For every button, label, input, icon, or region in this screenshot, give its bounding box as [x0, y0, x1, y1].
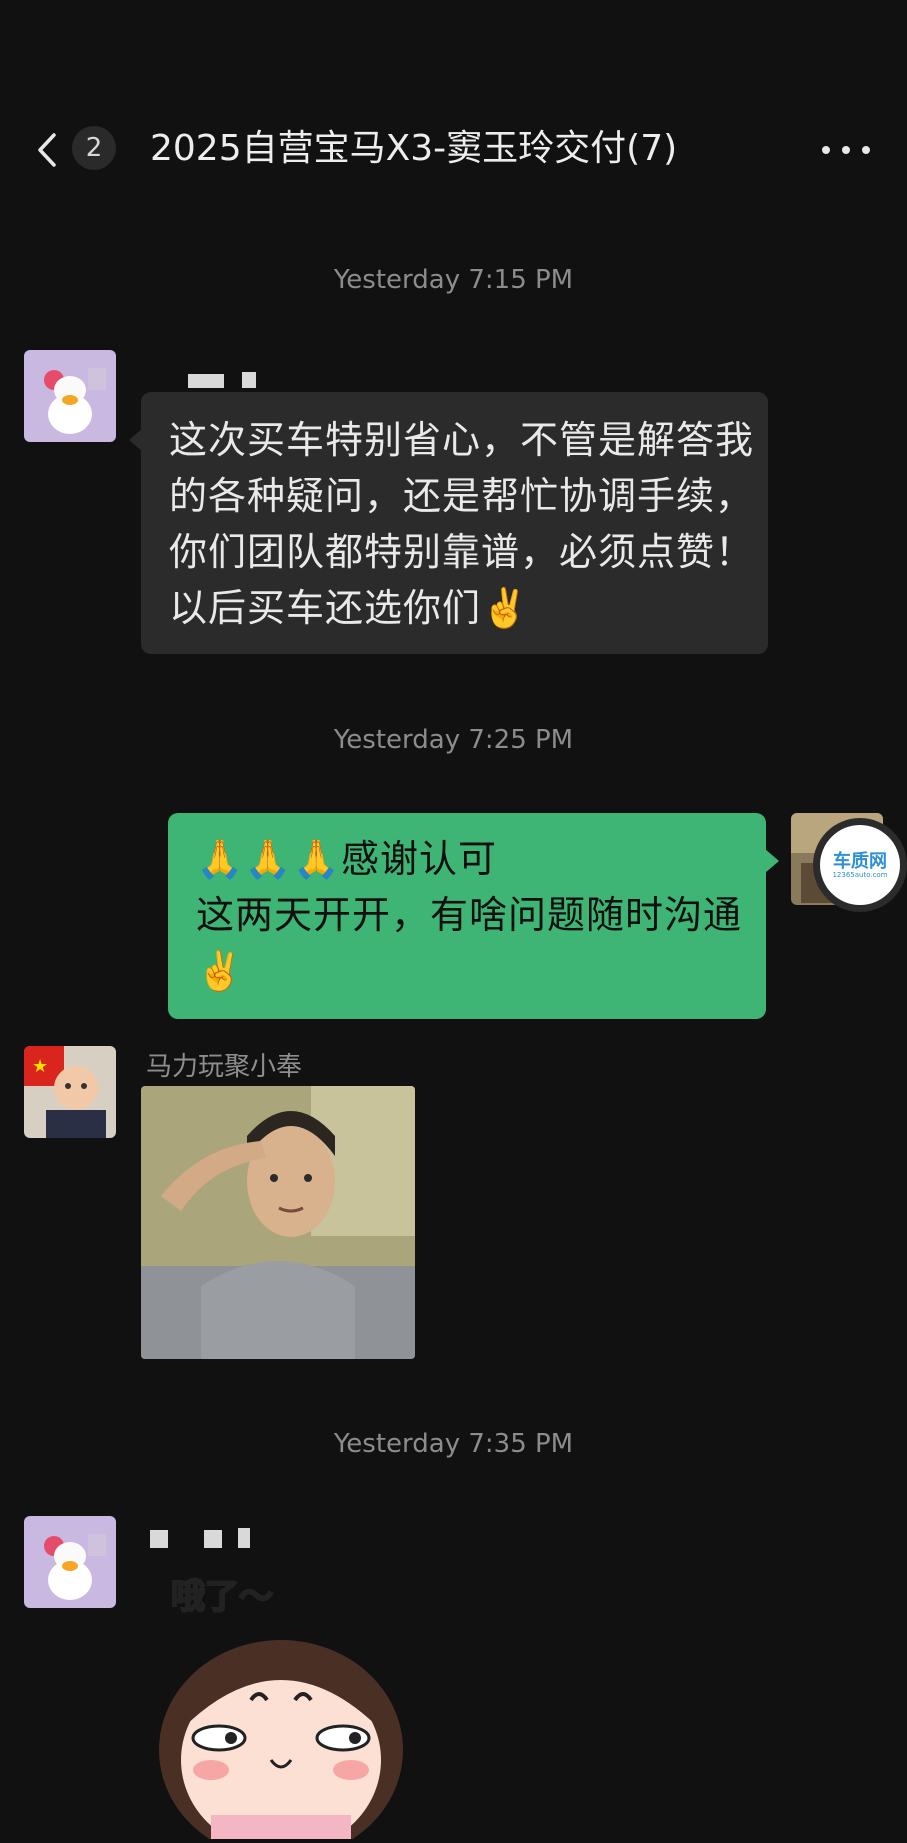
bubble-tail [129, 428, 143, 452]
sticker-text: 哦了～ [171, 1577, 273, 1617]
redacted-sender-name [146, 362, 286, 390]
redacted-sender-name [146, 1522, 286, 1550]
sender-name: 马力玩聚小奉 [146, 1052, 303, 1082]
baby-photo-avatar-image: ★ [24, 1046, 116, 1138]
avatar[interactable] [24, 1516, 116, 1608]
message-text: 这次买车特别省心，不管是解答我 的各种疑问，还是帮忙协调手续， 你们团队都特别靠… [169, 418, 755, 630]
bubble-tail [765, 849, 779, 873]
image-message[interactable] [141, 1086, 415, 1359]
timestamp: Yesterday 7:15 PM [333, 265, 574, 295]
message-bubble[interactable]: 这次买车特别省心，不管是解答我 的各种疑问，还是帮忙协调手续， 你们团队都特别靠… [129, 392, 768, 654]
unread-count-badge[interactable]: 2 [72, 126, 116, 170]
girl-sticker-image: 哦了～ [159, 1576, 403, 1843]
salute-photo-image [141, 1086, 415, 1359]
more-options-button[interactable] [820, 130, 872, 170]
message-text: 🙏🙏🙏感谢认可 这两天开开，有啥问题随时沟通 ✌️ [196, 837, 743, 993]
avatar[interactable] [24, 350, 116, 442]
sticker-message[interactable]: 哦了～ [141, 1560, 421, 1843]
back-button[interactable] [30, 120, 70, 178]
svg-text:★: ★ [32, 1056, 48, 1077]
avatar[interactable]: ★ [24, 1046, 116, 1138]
timestamp: Yesterday 7:25 PM [333, 725, 574, 755]
watermark-logo: 车质网 12365auto.com [813, 818, 907, 912]
cartoon-avatar-image [24, 350, 116, 442]
watermark-logo-subtext: 12365auto.com [832, 871, 888, 879]
timestamp: Yesterday 7:35 PM [333, 1429, 574, 1459]
watermark-logo-text: 车质网 [833, 851, 887, 872]
chat-title: 2025自营宝马X3-窦玉玲交付(7) [150, 128, 678, 169]
chevron-left-icon [38, 133, 56, 167]
message-bubble-self[interactable]: 🙏🙏🙏感谢认可 这两天开开，有啥问题随时沟通 ✌️ [168, 813, 779, 1019]
cartoon-avatar-image [24, 1516, 116, 1608]
